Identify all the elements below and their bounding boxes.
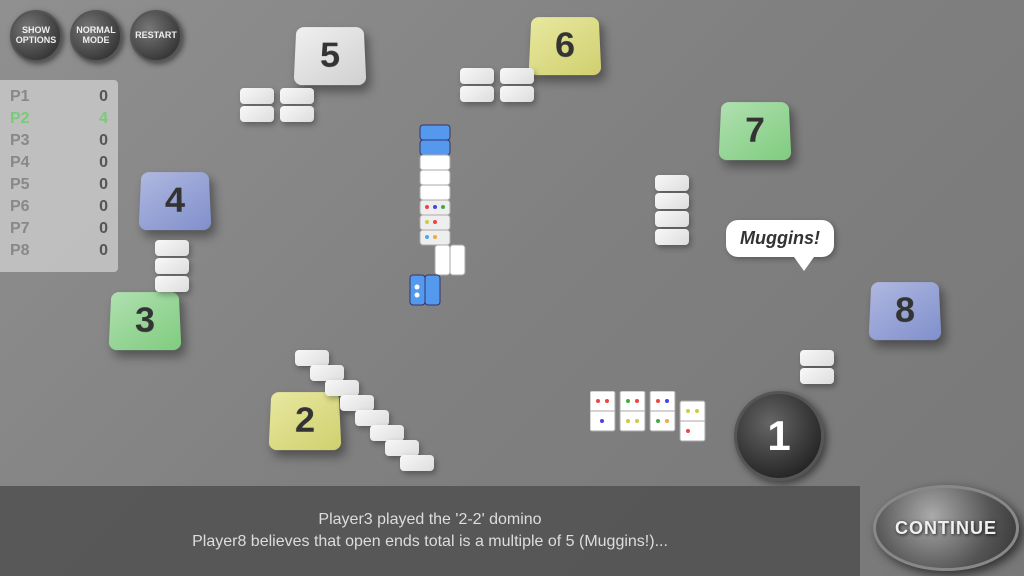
score-row-p8: P8 0 xyxy=(10,242,108,260)
domino-tile xyxy=(385,440,419,456)
player-token-7: 7 xyxy=(719,102,792,160)
domino-tile xyxy=(655,175,689,191)
domino-tile xyxy=(155,276,189,292)
domino-tile xyxy=(240,106,274,122)
domino-tile xyxy=(370,425,404,441)
score-panel: P1 0 P2 4 P3 0 P4 0 P5 0 P6 0 P7 0 P8 0 xyxy=(0,80,118,272)
domino-tile xyxy=(800,350,834,366)
domino-tile xyxy=(340,395,374,411)
player-token-6: 6 xyxy=(529,17,602,75)
domino-tile xyxy=(655,211,689,227)
domino-tile xyxy=(295,350,329,366)
continue-button[interactable]: CONTINUE xyxy=(873,485,1019,571)
domino-tile xyxy=(310,365,344,381)
player-token-5: 5 xyxy=(294,27,367,85)
normal-mode-button[interactable]: NORMAL MODE xyxy=(70,10,122,62)
domino-tile xyxy=(500,86,534,102)
domino-tile xyxy=(240,88,274,104)
domino-tile xyxy=(280,106,314,122)
player-token-4: 4 xyxy=(139,172,212,230)
message-line-2: Player8 believes that open ends total is… xyxy=(192,533,668,551)
score-row-p7: P7 0 xyxy=(10,220,108,238)
domino-tile xyxy=(655,193,689,209)
player1-indicator: 1 xyxy=(734,391,824,481)
score-row-p5: P5 0 xyxy=(10,176,108,194)
show-options-button[interactable]: SHOW OPTIONS xyxy=(10,10,62,62)
domino-tile xyxy=(400,455,434,471)
domino-tile xyxy=(155,240,189,256)
score-row-p1: P1 0 xyxy=(10,88,108,106)
score-row-p4: P4 0 xyxy=(10,154,108,172)
domino-chain xyxy=(340,120,540,340)
restart-button[interactable]: RESTART xyxy=(130,10,182,62)
domino-tile xyxy=(500,68,534,84)
score-row-p6: P6 0 xyxy=(10,198,108,216)
score-row-p3: P3 0 xyxy=(10,132,108,150)
player-token-8: 8 xyxy=(869,282,942,340)
score-row-p2: P2 4 xyxy=(10,110,108,128)
domino-tile xyxy=(280,88,314,104)
message-line-1: Player3 played the '2-2' domino xyxy=(318,511,541,529)
domino-tile xyxy=(460,86,494,102)
domino-tile xyxy=(800,368,834,384)
domino-tile xyxy=(460,68,494,84)
domino-tile xyxy=(155,258,189,274)
player-token-3: 3 xyxy=(109,292,182,350)
domino-tile xyxy=(355,410,389,426)
domino-tile xyxy=(655,229,689,245)
domino-tile xyxy=(325,380,359,396)
message-bar: Player3 played the '2-2' domino Player8 … xyxy=(0,486,860,576)
small-domino-group xyxy=(590,391,710,476)
speech-bubble: Muggins! xyxy=(726,220,834,257)
game-board: SHOW OPTIONS NORMAL MODE RESTART P1 0 P2… xyxy=(0,0,1024,576)
domino-chain-svg xyxy=(340,120,540,340)
player-token-2: 2 xyxy=(269,392,342,450)
